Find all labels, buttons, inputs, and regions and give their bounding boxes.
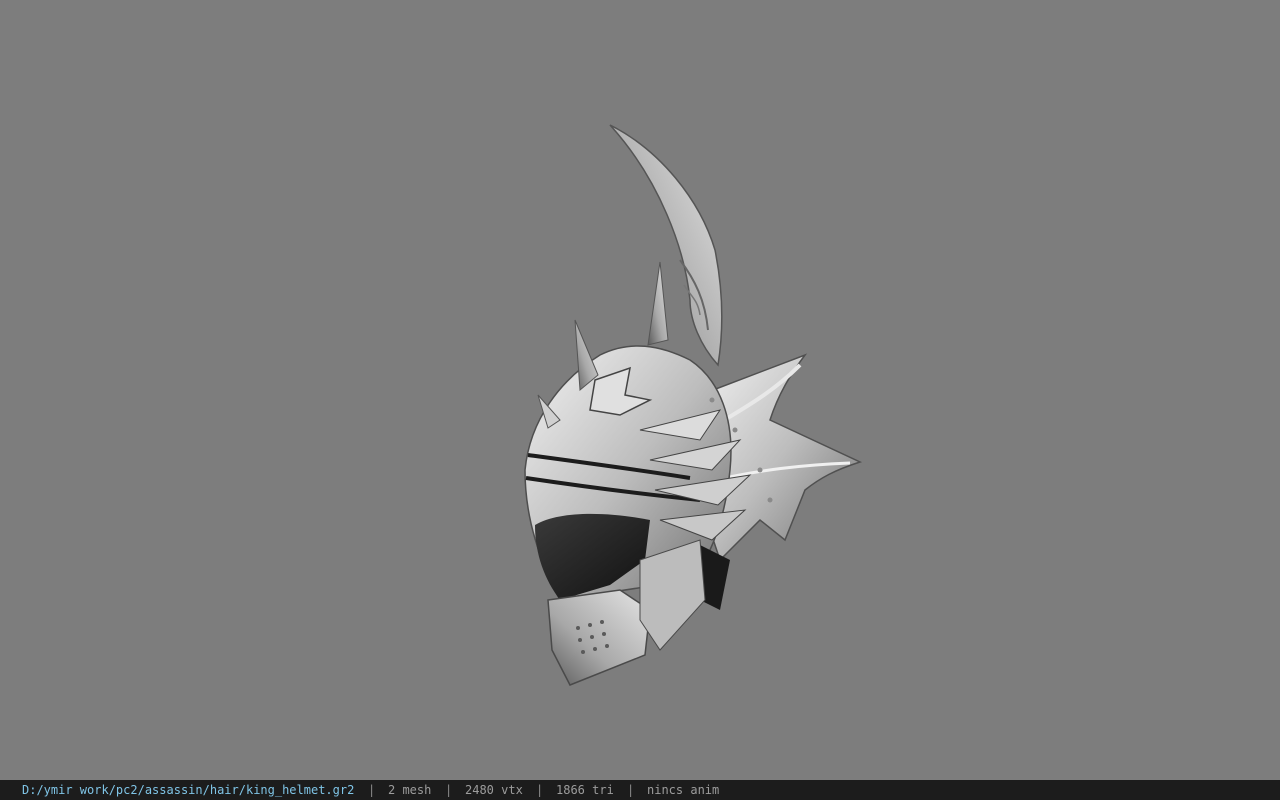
triangle-count: 1866 tri — [556, 783, 614, 797]
3d-viewport[interactable] — [0, 0, 1280, 780]
separator: | — [445, 783, 453, 797]
separator: | — [368, 783, 376, 797]
separator: | — [627, 783, 635, 797]
vertex-count: 2480 vtx — [465, 783, 523, 797]
status-bar: D:/ymir work/pc2/assassin/hair/king_helm… — [0, 780, 1280, 800]
helmet-model[interactable] — [0, 0, 1280, 780]
visor-guard — [547, 589, 651, 686]
anim-status: nincs anim — [647, 783, 720, 797]
mesh-count: 2 mesh — [388, 783, 432, 797]
file-path: D:/ymir work/pc2/assassin/hair/king_helm… — [22, 783, 355, 797]
separator: | — [536, 783, 544, 797]
